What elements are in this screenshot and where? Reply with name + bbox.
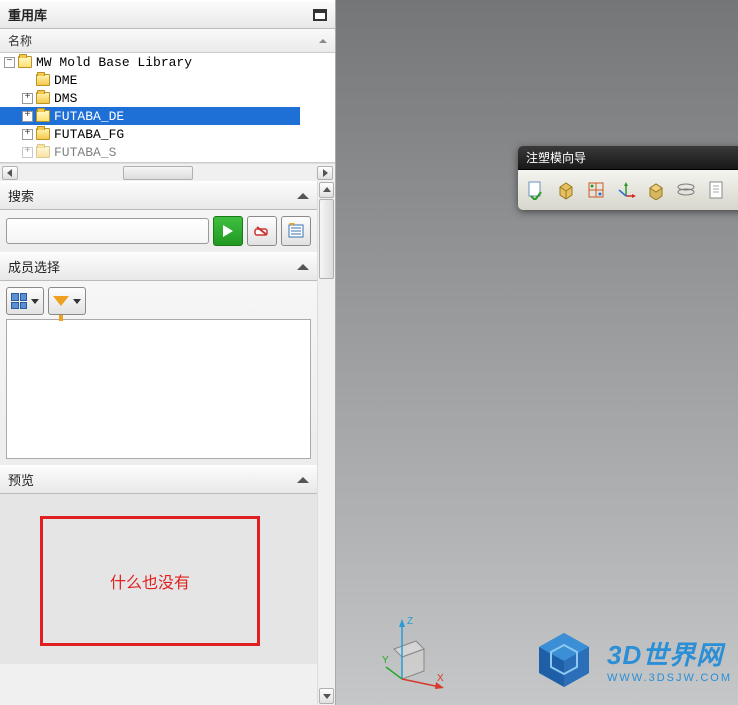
svg-text:Y: Y	[382, 655, 389, 666]
collapse-icon[interactable]: −	[4, 57, 15, 68]
expand-icon[interactable]: +	[22, 111, 33, 122]
tree-column-header[interactable]: 名称	[0, 29, 335, 53]
mold-wizard-toolbar[interactable]: 注塑模向导	[518, 146, 738, 210]
page-icon[interactable]	[704, 178, 728, 202]
scroll-thumb[interactable]	[319, 199, 334, 279]
scroll-track[interactable]	[318, 199, 335, 687]
expand-icon[interactable]: +	[22, 147, 33, 158]
column-name-label: 名称	[8, 32, 32, 49]
eraser-icon	[253, 224, 271, 238]
layers-icon[interactable]	[674, 178, 698, 202]
folder-icon	[36, 128, 50, 140]
search-body	[0, 210, 317, 252]
svg-text:X: X	[437, 673, 444, 684]
tree-item-label: FUTABA_FG	[54, 127, 124, 142]
horizontal-scrollbar[interactable]	[0, 163, 335, 181]
search-header[interactable]: 搜索	[0, 181, 317, 210]
maximize-icon[interactable]	[313, 9, 327, 21]
member-body	[0, 281, 317, 465]
preview-area: 什么也没有	[0, 494, 317, 664]
search-title: 搜索	[8, 186, 34, 205]
scroll-thumb[interactable]	[123, 166, 193, 180]
search-input[interactable]	[6, 218, 209, 244]
panel-title: 重用库	[8, 5, 47, 24]
tree-item-label: FUTABA_S	[54, 145, 116, 160]
tree-item-futaba-de[interactable]: + FUTABA_DE	[0, 107, 300, 125]
scroll-left-arrow-icon[interactable]	[2, 166, 18, 180]
watermark-logo-icon	[531, 629, 597, 689]
reuse-library-panel: 重用库 名称 − MW Mold Base Library DME +	[0, 0, 336, 705]
filter-dropdown[interactable]	[48, 287, 86, 315]
chevron-up-icon[interactable]	[297, 477, 309, 483]
member-title: 成员选择	[8, 257, 60, 276]
folder-icon	[36, 92, 50, 104]
preview-annotation-box: 什么也没有	[40, 516, 260, 646]
tree-item-label: DME	[54, 73, 77, 88]
toolbar-title: 注塑模向导	[526, 149, 586, 166]
tree-root-label: MW Mold Base Library	[36, 55, 192, 70]
folder-icon	[18, 56, 32, 68]
axis-xyz-icon[interactable]	[614, 178, 638, 202]
preview-empty-text: 什么也没有	[110, 569, 190, 593]
watermark: 3D世界网 WWW.3DSJW.COM	[531, 629, 732, 689]
folder-icon	[36, 74, 50, 86]
member-header[interactable]: 成员选择	[0, 252, 317, 281]
tree-item-label: FUTABA_DE	[54, 109, 124, 124]
view-mode-dropdown[interactable]	[6, 287, 44, 315]
expand-icon[interactable]: +	[22, 129, 33, 140]
folder-icon	[36, 110, 50, 122]
tree-root[interactable]: − MW Mold Base Library	[0, 53, 300, 71]
scroll-up-arrow-icon[interactable]	[319, 182, 334, 198]
preview-header[interactable]: 预览	[0, 465, 317, 494]
tree-item-label: DMS	[54, 91, 77, 106]
scroll-track[interactable]	[18, 166, 317, 180]
vertical-scrollbar[interactable]	[317, 181, 335, 705]
search-options-button[interactable]	[281, 216, 311, 246]
folder-icon	[36, 146, 50, 158]
preview-title: 预览	[8, 470, 34, 489]
thumbnails-icon	[11, 293, 27, 309]
chevron-up-icon[interactable]	[297, 264, 309, 270]
watermark-title: 3D世界网	[607, 635, 732, 672]
grid-axis-icon[interactable]	[584, 178, 608, 202]
tree-item-dms[interactable]: + DMS	[0, 89, 300, 107]
tree-item-futaba-fg[interactable]: + FUTABA_FG	[0, 125, 300, 143]
filter-icon	[53, 296, 69, 306]
panel-title-bar: 重用库	[0, 0, 335, 29]
list-icon	[287, 223, 305, 239]
chevron-up-icon[interactable]	[297, 193, 309, 199]
box-icon[interactable]	[554, 178, 578, 202]
expand-icon[interactable]: +	[22, 93, 33, 104]
watermark-url: WWW.3DSJW.COM	[607, 672, 732, 684]
graphics-viewport[interactable]: 注塑模向导	[336, 0, 738, 705]
cube-icon[interactable]	[644, 178, 668, 202]
toolbar-body	[518, 170, 738, 210]
library-tree[interactable]: − MW Mold Base Library DME + DMS +	[0, 53, 335, 163]
scroll-right-arrow-icon[interactable]	[317, 166, 333, 180]
scroll-down-arrow-icon[interactable]	[319, 688, 334, 704]
chevron-down-icon	[73, 299, 81, 304]
chevron-down-icon	[31, 299, 39, 304]
svg-text:Z: Z	[407, 616, 413, 627]
doc-check-icon[interactable]	[524, 178, 548, 202]
member-list[interactable]	[6, 319, 311, 459]
tree-item-dme[interactable]: DME	[0, 71, 300, 89]
search-go-button[interactable]	[213, 216, 243, 246]
view-triad-icon: Z X Y	[382, 609, 452, 689]
toolbar-title-bar[interactable]: 注塑模向导	[518, 146, 738, 170]
search-clear-button[interactable]	[247, 216, 277, 246]
tree-item-futaba-s[interactable]: + FUTABA_S	[0, 143, 300, 161]
